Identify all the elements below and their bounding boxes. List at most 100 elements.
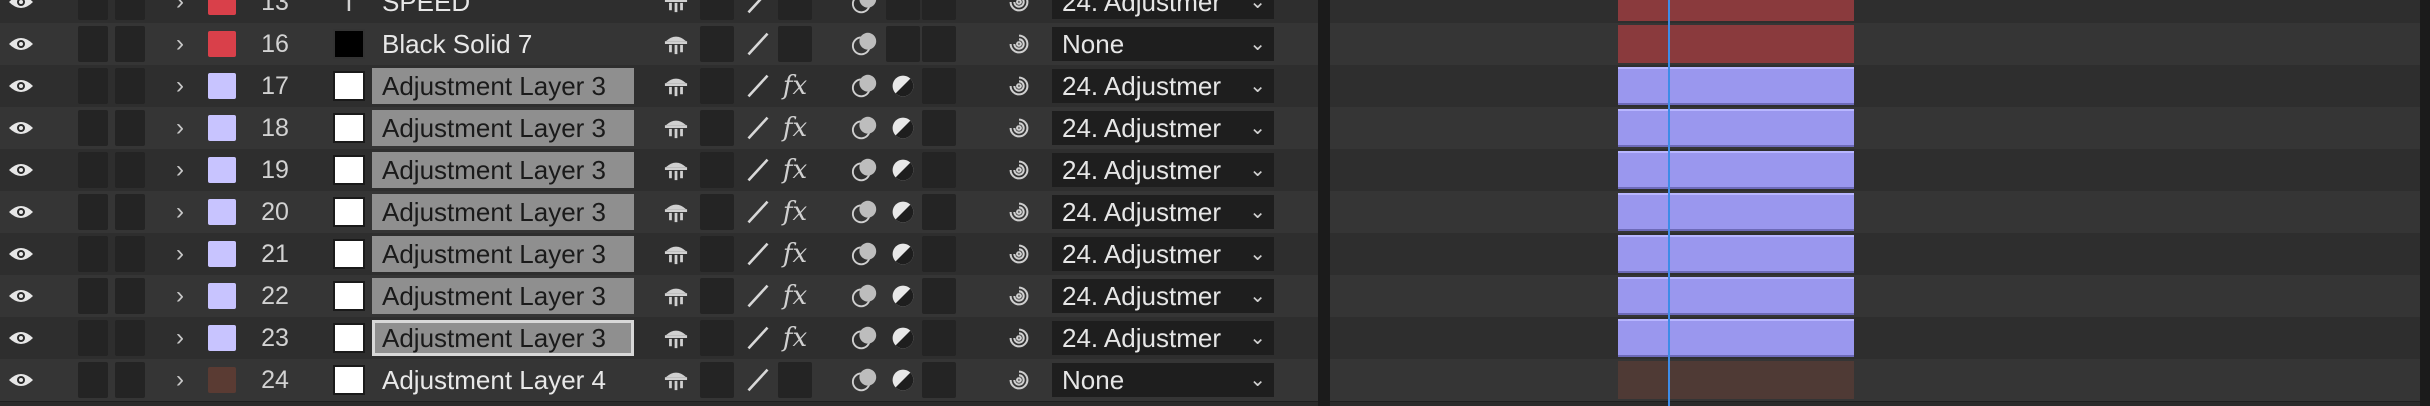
motion-blur-icon[interactable] <box>848 68 882 104</box>
parent-pickwhip-icon[interactable] <box>996 152 1042 188</box>
motion-blur-icon[interactable] <box>848 110 882 146</box>
adjustment-layer-icon[interactable] <box>886 278 920 314</box>
shy-icon[interactable] <box>658 194 694 230</box>
motion-blur-icon[interactable] <box>848 26 882 62</box>
shy-icon[interactable] <box>658 320 694 356</box>
motion-blur-icon[interactable] <box>848 362 882 398</box>
layer-name[interactable]: SPEED <box>372 0 634 20</box>
motion-blur-icon[interactable] <box>848 152 882 188</box>
quality-slash-icon[interactable] <box>740 68 776 104</box>
lock-toggle[interactable] <box>115 110 145 146</box>
3d-layer-toggle[interactable] <box>922 278 956 314</box>
layer-name[interactable]: Adjustment Layer 3 <box>372 110 634 146</box>
quality-slash-icon[interactable] <box>740 0 776 20</box>
layer-name[interactable]: Adjustment Layer 4 <box>372 362 634 398</box>
eye-icon[interactable] <box>6 152 36 188</box>
chevron-right-icon[interactable]: › <box>170 0 190 20</box>
shy-icon[interactable] <box>658 362 694 398</box>
adjustment-layer-icon[interactable] <box>886 362 920 398</box>
lock-toggle[interactable] <box>115 68 145 104</box>
parent-pickwhip-icon[interactable] <box>996 0 1042 20</box>
collapse-toggle[interactable] <box>700 152 734 188</box>
solo-toggle[interactable] <box>78 278 108 314</box>
shy-icon[interactable] <box>658 68 694 104</box>
solo-toggle[interactable] <box>78 236 108 272</box>
quality-slash-icon[interactable] <box>740 278 776 314</box>
quality-slash-icon[interactable] <box>740 320 776 356</box>
collapse-toggle[interactable] <box>700 68 734 104</box>
fx-icon[interactable]: fx <box>778 68 812 104</box>
fx-icon[interactable]: fx <box>778 194 812 230</box>
parent-dropdown[interactable]: 24. Adjustmer ⌄ <box>1052 111 1274 145</box>
eye-icon[interactable] <box>6 68 36 104</box>
layer-bar-24[interactable] <box>1618 361 1854 399</box>
parent-pickwhip-icon[interactable] <box>996 362 1042 398</box>
3d-layer-toggle[interactable] <box>922 320 956 356</box>
3d-layer-toggle[interactable] <box>922 362 956 398</box>
layer-name[interactable]: Adjustment Layer 3 <box>372 68 634 104</box>
lock-toggle[interactable] <box>115 362 145 398</box>
chevron-right-icon[interactable]: › <box>170 152 190 188</box>
eye-icon[interactable] <box>6 110 36 146</box>
fx-icon[interactable]: fx <box>778 110 812 146</box>
chevron-right-icon[interactable]: › <box>170 236 190 272</box>
parent-pickwhip-icon[interactable] <box>996 26 1042 62</box>
quality-slash-icon[interactable] <box>740 362 776 398</box>
layer-bar-22[interactable] <box>1618 277 1854 315</box>
layer-bar-16[interactable] <box>1618 25 1854 63</box>
quality-slash-icon[interactable] <box>740 194 776 230</box>
layer-bar-17[interactable] <box>1618 67 1854 105</box>
label-color-swatch[interactable] <box>208 115 236 141</box>
parent-pickwhip-icon[interactable] <box>996 194 1042 230</box>
layer-bar-21[interactable] <box>1618 235 1854 273</box>
layer-bar-18[interactable] <box>1618 109 1854 147</box>
collapse-toggle[interactable] <box>700 110 734 146</box>
parent-dropdown[interactable]: 24. Adjustmer ⌄ <box>1052 237 1274 271</box>
label-color-swatch[interactable] <box>208 0 236 15</box>
shy-icon[interactable] <box>658 236 694 272</box>
adjustment-layer-icon[interactable] <box>886 110 920 146</box>
collapse-toggle[interactable] <box>700 362 734 398</box>
3d-layer-toggle[interactable] <box>922 0 956 20</box>
solo-toggle[interactable] <box>78 152 108 188</box>
3d-layer-toggle[interactable] <box>922 152 956 188</box>
layer-bar-20[interactable] <box>1618 193 1854 231</box>
layer-bar-23[interactable] <box>1618 319 1854 357</box>
motion-blur-icon[interactable] <box>848 278 882 314</box>
timeline-scrollbar[interactable] <box>2420 0 2430 406</box>
quality-slash-icon[interactable] <box>740 26 776 62</box>
parent-pickwhip-icon[interactable] <box>996 320 1042 356</box>
current-time-indicator[interactable] <box>1668 0 1670 406</box>
parent-pickwhip-icon[interactable] <box>996 236 1042 272</box>
motion-blur-icon[interactable] <box>848 0 882 20</box>
shy-icon[interactable] <box>658 152 694 188</box>
motion-blur-icon[interactable] <box>848 320 882 356</box>
fx-icon[interactable] <box>778 362 812 398</box>
label-color-swatch[interactable] <box>208 199 236 225</box>
layer-name[interactable]: Adjustment Layer 3 <box>372 320 634 356</box>
label-color-swatch[interactable] <box>208 283 236 309</box>
adjustment-layer-icon[interactable] <box>886 236 920 272</box>
label-color-swatch[interactable] <box>208 31 236 57</box>
quality-slash-icon[interactable] <box>740 110 776 146</box>
eye-icon[interactable] <box>6 320 36 356</box>
layer-name[interactable]: Adjustment Layer 3 <box>372 236 634 272</box>
fx-icon[interactable]: fx <box>778 320 812 356</box>
parent-dropdown[interactable]: 24. Adjustmer ⌄ <box>1052 279 1274 313</box>
parent-dropdown[interactable]: 24. Adjustmer ⌄ <box>1052 321 1274 355</box>
quality-slash-icon[interactable] <box>740 152 776 188</box>
fx-icon[interactable]: fx <box>778 278 812 314</box>
layer-bar-13[interactable] <box>1618 0 1854 21</box>
quality-slash-icon[interactable] <box>740 236 776 272</box>
collapse-toggle[interactable] <box>700 194 734 230</box>
parent-dropdown[interactable]: 24. Adjustmer ⌄ <box>1052 153 1274 187</box>
adjustment-layer-icon[interactable] <box>886 152 920 188</box>
parent-dropdown[interactable]: 24. Adjustmer ⌄ <box>1052 195 1274 229</box>
layer-name[interactable]: Adjustment Layer 3 <box>372 278 634 314</box>
shy-icon[interactable] <box>658 110 694 146</box>
chevron-right-icon[interactable]: › <box>170 68 190 104</box>
chevron-right-icon[interactable]: › <box>170 320 190 356</box>
eye-icon[interactable] <box>6 236 36 272</box>
parent-dropdown[interactable]: None ⌄ <box>1052 363 1274 397</box>
solo-toggle[interactable] <box>78 0 108 20</box>
